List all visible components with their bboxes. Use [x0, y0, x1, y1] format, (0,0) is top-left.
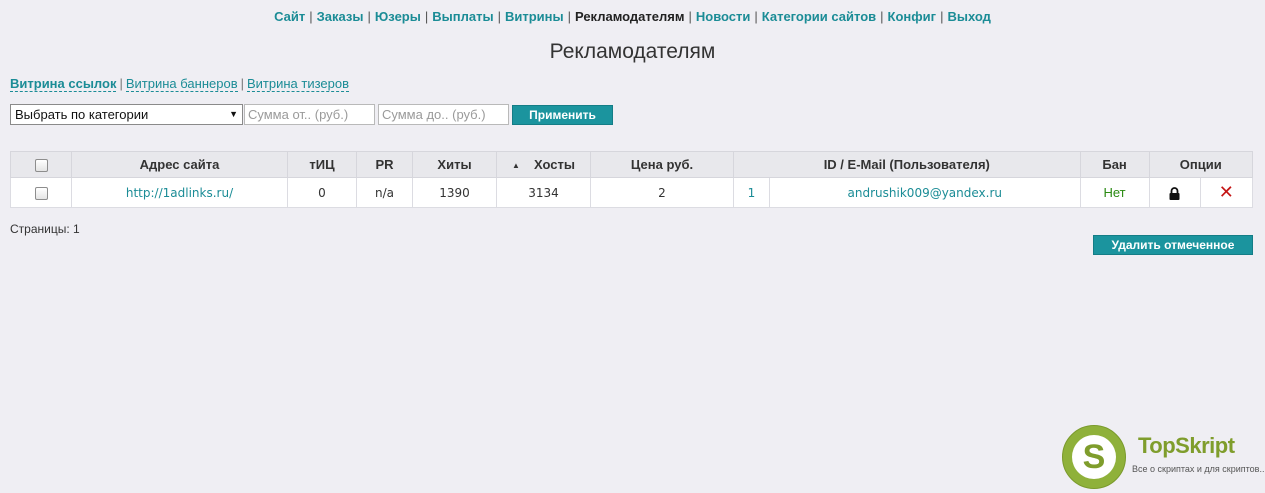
sum-to-input[interactable]: Сумма до.. (руб.): [378, 104, 509, 125]
header-ban[interactable]: Бан: [1079, 151, 1150, 178]
nav-payouts[interactable]: Выплаты: [432, 9, 493, 24]
row-site-link[interactable]: http://1adlinks.ru/: [71, 177, 288, 208]
logo-tagline: Все о скриптах и для скриптов...: [1132, 464, 1265, 474]
nav-separator: |: [567, 9, 571, 24]
row-select-cell: [10, 177, 72, 208]
page-title: Рекламодателям: [549, 40, 716, 63]
nav-separator: |: [688, 9, 692, 24]
tab-links-showcase[interactable]: Витрина ссылок: [10, 76, 117, 92]
nav-logout[interactable]: Выход: [947, 9, 990, 24]
delete-icon[interactable]: ✕: [1219, 182, 1234, 203]
advertisers-table: Адрес сайта тИЦ PR Хиты ▲ Хосты Цена руб.…: [10, 151, 1254, 208]
topskript-logo: S TopSkript Все о скриптах и для скрипто…: [1062, 425, 1265, 489]
apply-button[interactable]: Применить: [512, 105, 613, 125]
tab-teasers-showcase[interactable]: Витрина тизеров: [247, 76, 350, 92]
row-delete-cell: ✕: [1199, 177, 1254, 208]
nav-config[interactable]: Конфиг: [888, 9, 937, 24]
row-user-id-link[interactable]: 1: [733, 177, 770, 208]
logo-badge: S: [1062, 425, 1126, 489]
row-lock-cell: [1148, 177, 1201, 208]
header-options: Опции: [1148, 151, 1254, 178]
nav-users[interactable]: Юзеры: [375, 9, 421, 24]
nav-orders[interactable]: Заказы: [317, 9, 364, 24]
nav-separator: |: [754, 9, 758, 24]
nav-separator: |: [309, 9, 313, 24]
header-tic[interactable]: тИЦ: [287, 151, 357, 178]
nav-separator: |: [367, 9, 371, 24]
category-select[interactable]: Выбрать по категории ▼: [10, 104, 243, 125]
table-header-row: Адрес сайта тИЦ PR Хиты ▲ Хосты Цена руб.…: [10, 151, 1254, 178]
nav-separator: |: [880, 9, 884, 24]
lock-icon[interactable]: [1169, 186, 1180, 200]
select-all-header: [10, 151, 72, 178]
table-row: http://1adlinks.ru/ 0 n/a 1390 3134 2 1 …: [10, 177, 1254, 208]
header-hosts[interactable]: ▲ Хосты: [496, 151, 591, 178]
select-all-checkbox[interactable]: [34, 159, 48, 173]
tab-separator: |: [119, 76, 123, 91]
showcase-tabs: Витрина ссылок | Витрина баннеров | Витрина …: [10, 76, 350, 92]
row-checkbox[interactable]: [34, 186, 48, 200]
sum-from-input[interactable]: Сумма от.. (руб.): [244, 104, 375, 125]
sort-asc-icon: ▲: [512, 161, 520, 170]
row-hosts: 3134: [496, 177, 591, 208]
header-id-email[interactable]: ID / E-Mail (Пользователя): [733, 151, 1081, 178]
header-price[interactable]: Цена руб.: [590, 151, 734, 178]
row-ban-status[interactable]: Нет: [1079, 177, 1150, 208]
nav-site[interactable]: Сайт: [274, 9, 305, 24]
chevron-down-icon: ▼: [229, 109, 238, 119]
row-tic: 0: [287, 177, 357, 208]
nav-separator: |: [940, 9, 944, 24]
row-user-email-link[interactable]: andrushik009@yandex.ru: [769, 177, 1081, 208]
delete-selected-button[interactable]: Удалить отмеченное: [1093, 235, 1253, 255]
top-nav: Сайт | Заказы | Юзеры | Выплаты | Витрины | Реклам…: [0, 9, 1265, 24]
row-pr: n/a: [356, 177, 413, 208]
header-site[interactable]: Адрес сайта: [71, 151, 288, 178]
row-hits: 1390: [412, 177, 497, 208]
tab-banners-showcase[interactable]: Витрина баннеров: [125, 76, 238, 92]
header-pr[interactable]: PR: [356, 151, 413, 178]
header-hits[interactable]: Хиты: [412, 151, 497, 178]
logo-name: TopSkript: [1138, 433, 1235, 458]
nav-advertisers[interactable]: Рекламодателям: [575, 9, 684, 24]
tab-separator: |: [240, 76, 244, 91]
nav-news[interactable]: Новости: [696, 9, 751, 24]
header-hosts-label: Хосты: [533, 157, 575, 172]
pagination-label: Страницы: 1: [10, 222, 80, 236]
row-price: 2: [590, 177, 734, 208]
category-select-value: Выбрать по категории: [15, 107, 149, 122]
nav-showcases[interactable]: Витрины: [505, 9, 564, 24]
nav-site-categories[interactable]: Категории сайтов: [762, 9, 876, 24]
nav-separator: |: [497, 9, 501, 24]
nav-separator: |: [424, 9, 429, 24]
logo-letter: S: [1072, 435, 1116, 479]
